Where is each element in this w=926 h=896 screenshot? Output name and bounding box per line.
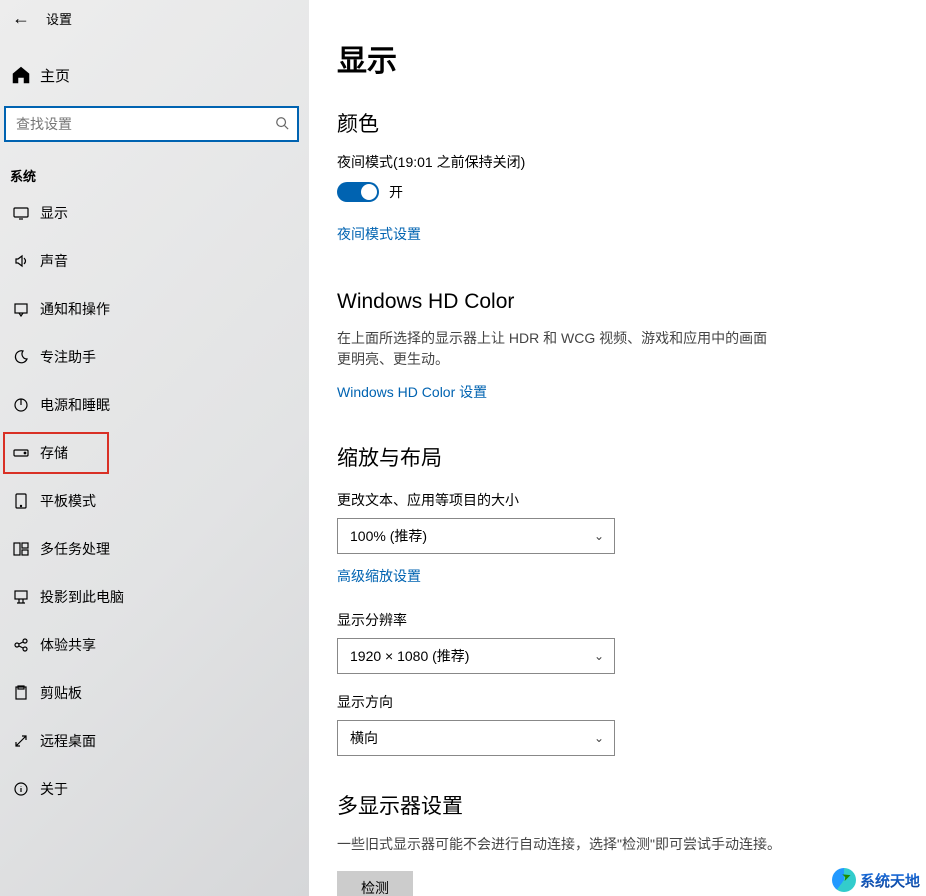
sidebar-item-projecting[interactable]: 投影到此电脑 <box>0 573 309 621</box>
monitor-icon <box>10 205 32 221</box>
search-container <box>0 96 309 142</box>
info-icon <box>10 781 32 797</box>
remote-icon <box>10 733 32 749</box>
sidebar-item-label: 显示 <box>40 203 68 223</box>
chevron-down-icon: ⌄ <box>594 529 604 543</box>
orientation-value: 横向 <box>350 728 378 748</box>
sidebar-item-label: 声音 <box>40 251 68 271</box>
back-button[interactable]: ← <box>6 3 36 33</box>
app-title: 设置 <box>46 9 72 28</box>
night-mode-label: 夜间模式(19:01 之前保持关闭) <box>337 152 898 172</box>
share-icon <box>10 637 32 653</box>
speaker-icon <box>10 253 32 269</box>
sidebar-item-home[interactable]: 主页 <box>0 54 309 96</box>
globe-icon <box>832 868 856 892</box>
sidebar-item-label: 多任务处理 <box>40 539 110 559</box>
sidebar-item-display[interactable]: 显示 <box>0 189 309 237</box>
resolution-label: 显示分辨率 <box>337 610 898 630</box>
hdcolor-settings-link[interactable]: Windows HD Color 设置 <box>337 382 487 402</box>
section-color-heading: 颜色 <box>337 108 898 138</box>
title-bar: ← 设置 <box>0 0 309 36</box>
section-scale-heading: 缩放与布局 <box>337 442 898 472</box>
orientation-select[interactable]: 横向 ⌄ <box>337 720 615 756</box>
night-mode-state: 开 <box>389 182 403 202</box>
sidebar-item-label: 关于 <box>40 779 68 799</box>
advanced-scale-link[interactable]: 高级缩放设置 <box>337 566 421 586</box>
sidebar-item-multitasking[interactable]: 多任务处理 <box>0 525 309 573</box>
search-input[interactable] <box>4 106 299 142</box>
nav-list: 显示 声音 通知和操作 专注助手 电源和睡眠 存储 平板模式 多任务处理 <box>0 189 309 813</box>
sidebar-item-label: 剪贴板 <box>40 683 82 703</box>
section-multimonitor-heading: 多显示器设置 <box>337 790 898 820</box>
sidebar-item-label: 专注助手 <box>40 347 96 367</box>
sidebar-item-label: 平板模式 <box>40 491 96 511</box>
scale-value: 100% (推荐) <box>350 526 427 546</box>
project-icon <box>10 589 32 605</box>
page-title: 显示 <box>337 36 898 80</box>
sidebar-item-sound[interactable]: 声音 <box>0 237 309 285</box>
sidebar: ← 设置 主页 系统 显示 声音 通知和操作 <box>0 0 309 896</box>
sidebar-item-shared-experiences[interactable]: 体验共享 <box>0 621 309 669</box>
tablet-icon <box>10 493 32 509</box>
moon-icon <box>10 349 32 365</box>
sidebar-item-label: 主页 <box>40 65 70 86</box>
detect-button[interactable]: 检测 <box>337 871 413 896</box>
sidebar-item-tablet-mode[interactable]: 平板模式 <box>0 477 309 525</box>
chevron-down-icon: ⌄ <box>594 731 604 745</box>
notification-icon <box>10 301 32 317</box>
sidebar-item-label: 投影到此电脑 <box>40 587 124 607</box>
power-icon <box>10 397 32 413</box>
multimonitor-desc: 一些旧式显示器可能不会进行自动连接，选择"检测"即可尝试手动连接。 <box>337 834 857 855</box>
section-hdcolor-heading: Windows HD Color <box>337 290 898 314</box>
scale-select[interactable]: 100% (推荐) ⌄ <box>337 518 615 554</box>
clipboard-icon <box>10 685 32 701</box>
section-label-system: 系统 <box>0 142 309 189</box>
night-mode-settings-link[interactable]: 夜间模式设置 <box>337 224 421 244</box>
watermark: 系统天地 <box>832 868 920 892</box>
sidebar-item-about[interactable]: 关于 <box>0 765 309 813</box>
sidebar-item-power-sleep[interactable]: 电源和睡眠 <box>0 381 309 429</box>
storage-icon <box>10 445 32 461</box>
sidebar-item-storage[interactable]: 存储 <box>0 429 309 477</box>
sidebar-item-notifications[interactable]: 通知和操作 <box>0 285 309 333</box>
sidebar-item-remote-desktop[interactable]: 远程桌面 <box>0 717 309 765</box>
sidebar-item-focus-assist[interactable]: 专注助手 <box>0 333 309 381</box>
sidebar-item-label: 电源和睡眠 <box>40 395 110 415</box>
sidebar-item-label: 远程桌面 <box>40 731 96 751</box>
text-size-label: 更改文本、应用等项目的大小 <box>337 490 898 510</box>
chevron-down-icon: ⌄ <box>594 649 604 663</box>
watermark-text: 系统天地 <box>860 870 920 891</box>
sidebar-item-clipboard[interactable]: 剪贴板 <box>0 669 309 717</box>
resolution-value: 1920 × 1080 (推荐) <box>350 646 469 666</box>
back-icon: ← <box>12 8 30 29</box>
orientation-label: 显示方向 <box>337 692 898 712</box>
sidebar-item-label: 体验共享 <box>40 635 96 655</box>
hdcolor-desc: 在上面所选择的显示器上让 HDR 和 WCG 视频、游戏和应用中的画面更明亮、更… <box>337 328 777 370</box>
sidebar-item-label: 通知和操作 <box>40 299 110 319</box>
search-icon <box>275 116 289 133</box>
search-textbox[interactable] <box>16 116 275 132</box>
multitask-icon <box>10 541 32 557</box>
home-icon <box>10 64 32 86</box>
main-content: 显示 颜色 夜间模式(19:01 之前保持关闭) 开 夜间模式设置 Window… <box>309 0 926 896</box>
sidebar-item-label: 存储 <box>40 443 68 463</box>
night-mode-toggle[interactable] <box>337 182 379 202</box>
resolution-select[interactable]: 1920 × 1080 (推荐) ⌄ <box>337 638 615 674</box>
